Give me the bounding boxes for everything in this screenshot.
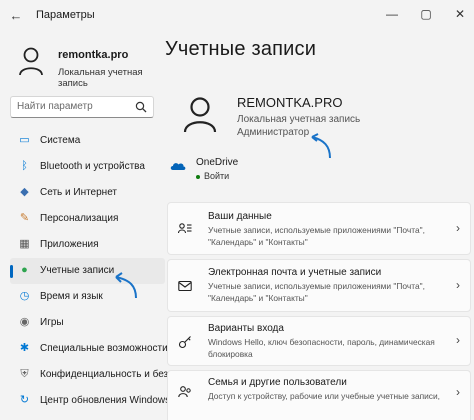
title-bar: ← Параметры — ▢ ✕ [0,0,474,32]
key-icon [178,336,191,349]
window-title: Параметры [36,9,95,21]
sidebar-item-personalization[interactable]: ✎ Персонализация [10,206,165,232]
sidebar-item-label: Игры [40,317,64,328]
brush-icon: ✎ [19,212,30,224]
sidebar-item-apps[interactable]: ▦ Приложения [10,232,165,258]
card-family-users[interactable]: Семья и другие пользователи Доступ к уст… [167,370,471,420]
sidebar-item-gaming[interactable]: ◉ Игры [10,310,165,336]
shield-icon: ⛨ [20,368,29,380]
onedrive-status: Войти [204,171,230,181]
update-icon: ↻ [19,394,30,406]
sidebar-item-label: Время и язык [40,291,103,302]
card-email-accounts[interactable]: Электронная почта и учетные записи Учетн… [167,259,471,312]
account-avatar-icon [183,97,217,133]
card-description: Учетные записи, используемые приложениям… [208,225,425,235]
sidebar: remontka.pro Локальная учетная запись На… [0,32,174,420]
sidebar-user-card[interactable]: remontka.pro Локальная учетная запись [18,42,168,92]
card-sign-in-options[interactable]: Варианты входа Windows Hello, ключ безоп… [167,316,471,366]
gamepad-icon: ◉ [19,316,30,328]
chevron-right-icon: › [456,221,460,235]
family-icon [178,386,191,398]
sidebar-item-bluetooth[interactable]: ᛒ Bluetooth и устройства [10,154,165,180]
annotation-arrow-icon [115,272,137,299]
chevron-right-icon: › [456,333,460,347]
person-card-icon [178,223,192,234]
sidebar-item-label: Центр обновления Windows [40,395,171,406]
sidebar-item-label: Сеть и Интернет [40,187,118,198]
account-type: Локальная учетная запись [237,114,361,125]
search-placeholder: Найти параметр [17,101,93,112]
card-description: "Календарь" и "Контакты" [208,293,308,303]
status-dot-icon [196,174,200,179]
bluetooth-icon: ᛒ [21,160,28,172]
sidebar-item-label: Учетные записи [40,265,115,276]
card-description: Доступ к устройству, рабочие или учебные… [208,391,441,401]
onedrive-title: OneDrive [196,157,239,168]
minimize-icon[interactable]: — [384,5,400,23]
sidebar-item-label: Bluetooth и устройства [40,161,145,172]
chevron-right-icon: › [456,385,460,399]
user-avatar-icon [19,47,43,76]
mail-icon [178,280,192,292]
account-name: REMONTKA.PRO [237,95,343,110]
search-icon[interactable] [135,101,147,113]
accessibility-icon: ✱ [19,342,30,354]
apps-icon: ▦ [19,238,30,250]
card-description: блокировка [208,349,253,359]
card-your-info[interactable]: Ваши данные Учетные записи, используемые… [167,202,471,255]
sidebar-user-subtitle: Локальная учетная запись [58,67,143,89]
card-description: Windows Hello, ключ безопасности, пароль… [208,337,435,347]
maximize-icon[interactable]: ▢ [418,5,434,23]
onedrive-signin-link[interactable]: Войти [196,171,229,181]
annotation-arrow-icon [311,133,331,159]
sidebar-item-label: Персонализация [40,213,119,224]
chevron-right-icon: › [456,278,460,292]
close-icon[interactable]: ✕ [452,5,468,23]
onedrive-icon [170,163,186,170]
sidebar-item-system[interactable]: ▭ Система [10,128,165,154]
sidebar-item-windows-update[interactable]: ↻ Центр обновления Windows [10,388,170,414]
card-description: "Календарь" и "Контакты" [208,237,308,247]
user-icon: ● [21,264,28,276]
card-title: Варианты входа [208,323,284,334]
monitor-icon: ▭ [19,134,30,146]
sidebar-item-label: Конфиденциальность и безо [40,369,174,380]
sidebar-item-label: Специальные возможности [40,343,168,354]
active-indicator [10,265,13,278]
sidebar-item-label: Приложения [40,239,99,250]
sidebar-user-name: remontka.pro [58,49,129,61]
card-title: Ваши данные [208,211,272,222]
sidebar-item-label: Система [40,135,81,146]
card-description: Учетные записи, используемые приложениям… [208,281,425,291]
sidebar-item-accessibility[interactable]: ✱ Специальные возможности [10,336,168,362]
card-title: Электронная почта и учетные записи [208,267,382,278]
search-input[interactable]: Найти параметр [10,96,154,118]
sidebar-item-privacy[interactable]: ⛨ Конфиденциальность и безо [10,362,173,388]
wifi-icon: ◆ [20,186,29,198]
sidebar-item-network[interactable]: ◆ Сеть и Интернет [10,180,165,206]
back-arrow-icon[interactable]: ← [8,8,24,24]
globe-clock-icon: ◷ [19,290,30,302]
page-title: Учетные записи [165,38,317,60]
card-title: Семья и другие пользователи [208,377,347,388]
